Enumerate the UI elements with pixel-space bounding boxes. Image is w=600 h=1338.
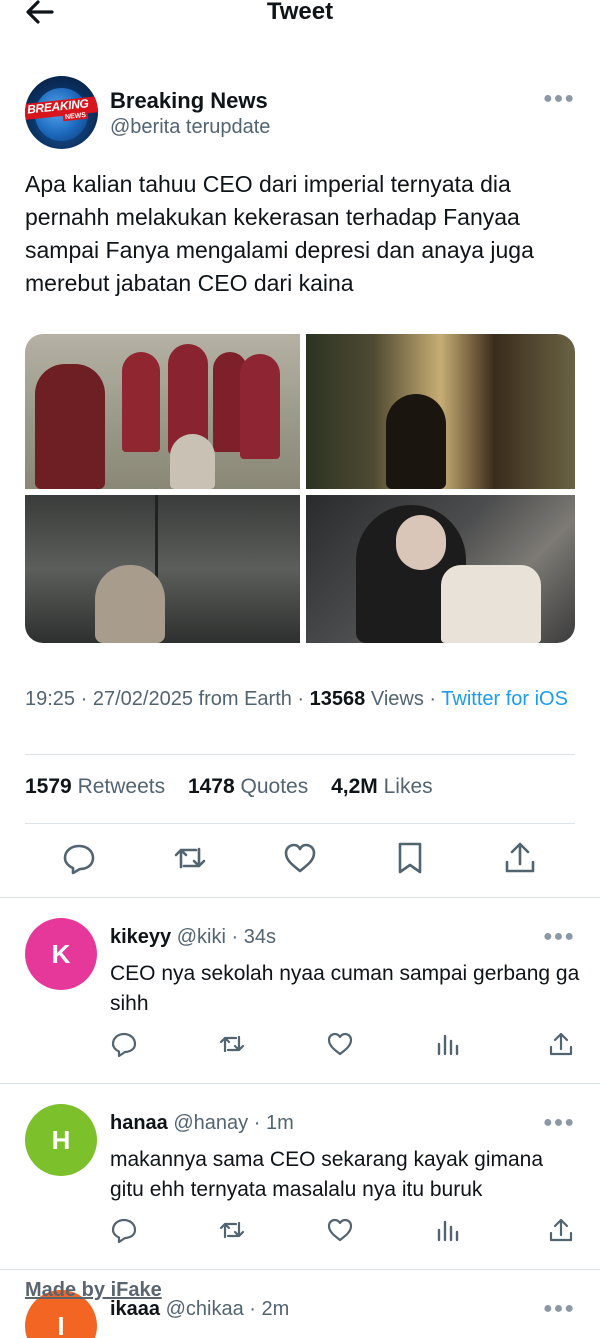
- reply-icon: [111, 1032, 137, 1058]
- reply-author-name[interactable]: hanaa: [110, 1112, 168, 1134]
- reply-text: makannya sama CEO sekarang kayak gimana …: [110, 1148, 544, 1201]
- bar-chart-icon: [437, 1220, 459, 1242]
- divider: [0, 1083, 600, 1084]
- retweet-button[interactable]: [172, 840, 208, 876]
- avatar[interactable]: BREAKING NEWS: [25, 76, 98, 149]
- share-button[interactable]: [547, 1030, 575, 1058]
- divider: [0, 1269, 600, 1270]
- reply-time: 34s: [243, 926, 276, 948]
- tweet-time: 19:25: [25, 688, 76, 710]
- like-button[interactable]: [326, 1030, 354, 1058]
- views-button[interactable]: [434, 1030, 462, 1058]
- retweets-count: 1579: [25, 775, 72, 798]
- reply-action-bar: [0, 1216, 600, 1246]
- quotes-label: Quotes: [240, 775, 309, 798]
- tweet-text: Apa kalian tahuu CEO dari imperial terny…: [25, 171, 534, 296]
- more-options-icon[interactable]: ●●●: [543, 928, 575, 946]
- share-icon: [505, 842, 535, 873]
- reply-button[interactable]: [110, 1216, 138, 1244]
- more-options-icon[interactable]: ●●●: [543, 1300, 575, 1318]
- avatar[interactable]: K: [25, 918, 97, 990]
- watermark: Made by iFake: [25, 1279, 162, 1301]
- tweet-author: BREAKING NEWS Breaking News @berita teru…: [25, 76, 575, 150]
- heart-icon: [327, 1218, 353, 1242]
- quotes-stat[interactable]: 1478 Quotes: [188, 775, 308, 798]
- bookmark-button[interactable]: [392, 840, 428, 876]
- reply-text: CEO nya sekolah nyaa cuman sampai gerban…: [110, 962, 580, 1015]
- media-grid[interactable]: [25, 334, 575, 643]
- media-photo-room[interactable]: [306, 334, 575, 489]
- media-photo-students[interactable]: [25, 334, 300, 489]
- top-bar: Tweet: [0, 0, 600, 30]
- tweet-source-link[interactable]: Twitter for iOS: [441, 688, 568, 710]
- likes-stat[interactable]: 4,2M Likes: [331, 775, 433, 798]
- media-photo-door[interactable]: [25, 495, 300, 643]
- reply-author-handle[interactable]: @kiki: [177, 926, 226, 948]
- tweet-meta: 19:25 · 27/02/2025 from Earth · 13568 Vi…: [25, 688, 568, 710]
- retweets-label: Retweets: [77, 775, 166, 798]
- reply-item[interactable]: K kikeyy @kiki · 34s ●●● CEO nya sekolah…: [0, 918, 600, 1083]
- retweet-icon: [219, 1035, 245, 1053]
- divider: [25, 823, 575, 824]
- retweet-icon: [219, 1221, 245, 1239]
- like-button[interactable]: [282, 840, 318, 876]
- retweet-button[interactable]: [218, 1030, 246, 1058]
- heart-icon: [327, 1032, 353, 1056]
- share-button[interactable]: [502, 840, 538, 876]
- author-handle[interactable]: @berita terupdate: [110, 116, 270, 139]
- tweet-action-bar: [0, 840, 600, 880]
- reply-author-name[interactable]: kikeyy: [110, 926, 171, 948]
- retweet-icon: [174, 847, 206, 869]
- reply-button[interactable]: [61, 840, 97, 876]
- retweets-stat[interactable]: 1579 Retweets: [25, 775, 165, 798]
- divider: [25, 754, 575, 755]
- reply-action-bar: [0, 1030, 600, 1060]
- media-photo-girl[interactable]: [306, 495, 575, 643]
- tweet-location: from Earth: [198, 688, 292, 710]
- reply-author-handle[interactable]: @hanay: [173, 1112, 248, 1134]
- views-button[interactable]: [434, 1216, 462, 1244]
- reply-icon: [111, 1218, 137, 1244]
- reply-header: hanaa @hanay · 1m: [110, 1112, 294, 1134]
- reply-time: 2m: [261, 1298, 290, 1320]
- avatar[interactable]: H: [25, 1104, 97, 1176]
- divider: [0, 897, 600, 898]
- like-button[interactable]: [326, 1216, 354, 1244]
- reply-button[interactable]: [110, 1030, 138, 1058]
- reply-item[interactable]: H hanaa @hanay · 1m ●●● makannya sama CE…: [0, 1104, 600, 1269]
- bookmark-icon: [398, 842, 422, 874]
- share-icon: [549, 1218, 573, 1242]
- quotes-count: 1478: [187, 775, 235, 798]
- more-options-icon[interactable]: ●●●: [543, 1114, 575, 1132]
- tweet-stats: 1579 Retweets 1478 Quotes 4,2M Likes: [25, 775, 450, 799]
- heart-icon: [284, 843, 316, 873]
- retweet-button[interactable]: [218, 1216, 246, 1244]
- reply-author-handle[interactable]: @chikaa: [166, 1298, 244, 1320]
- more-options-icon[interactable]: ●●●: [543, 90, 575, 108]
- likes-label: Likes: [383, 775, 433, 798]
- reply-time: 1m: [265, 1112, 294, 1134]
- author-name[interactable]: Breaking News: [110, 88, 268, 114]
- views-label: Views: [370, 688, 424, 710]
- tweet-date: 27/02/2025: [92, 688, 193, 710]
- bar-chart-icon: [437, 1034, 459, 1056]
- reply-icon: [63, 844, 95, 875]
- share-button[interactable]: [547, 1216, 575, 1244]
- views-count: 13568: [309, 688, 366, 710]
- page-title: Tweet: [266, 0, 334, 25]
- reply-header: kikeyy @kiki · 34s: [110, 926, 276, 948]
- likes-count: 4,2M: [331, 775, 378, 798]
- share-icon: [549, 1032, 573, 1056]
